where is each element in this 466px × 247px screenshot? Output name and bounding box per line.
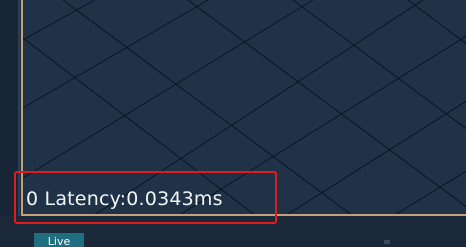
bottom-marker — [384, 240, 390, 244]
grid-line — [287, 100, 466, 214]
app-screen: 0 Latency:0.0343ms Live — [0, 0, 466, 247]
grid-line — [292, 0, 466, 130]
grid-line — [407, 0, 466, 45]
live-tab-label: Live — [47, 235, 71, 247]
grid-line — [23, 0, 314, 179]
grid-line — [23, 0, 96, 41]
grid-line — [395, 170, 466, 214]
live-tab-button[interactable]: Live — [34, 233, 84, 247]
latency-highlight-box — [14, 171, 277, 224]
grid-line — [23, 0, 209, 109]
